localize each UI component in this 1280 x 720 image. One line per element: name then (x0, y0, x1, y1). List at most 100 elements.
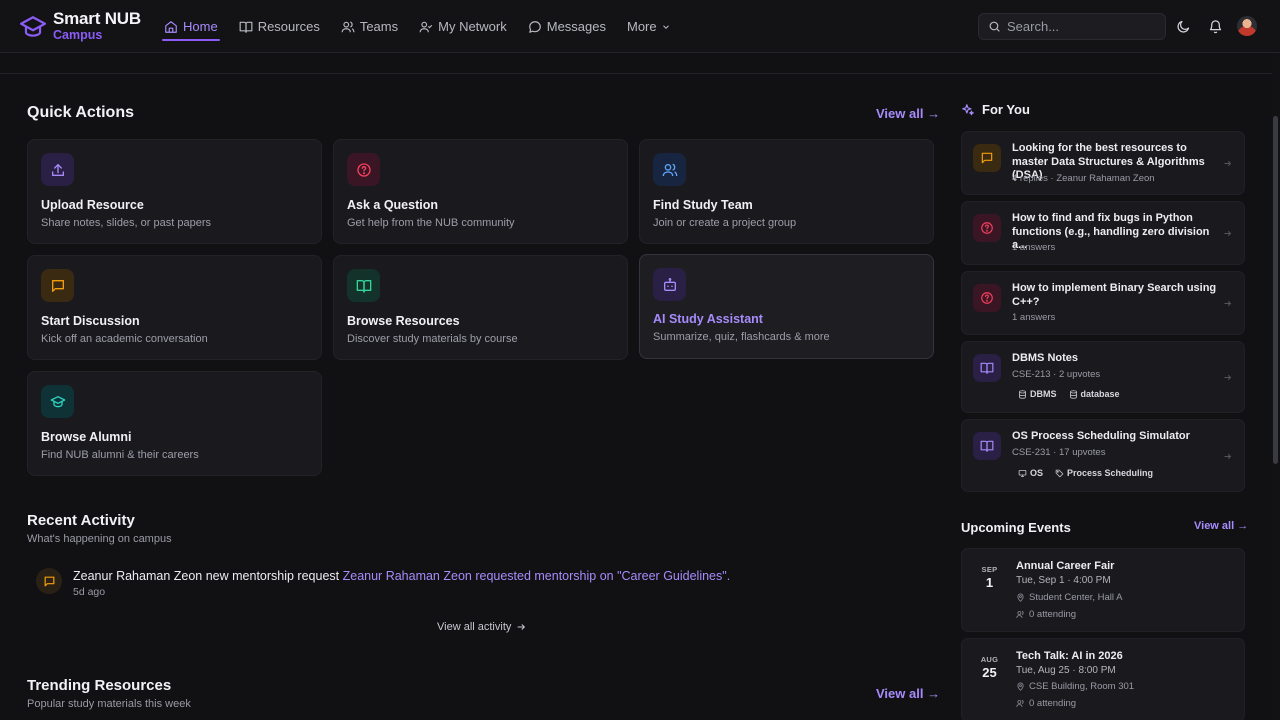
quick-action-find-study-team[interactable]: Find Study Team Join or create a project… (639, 139, 934, 244)
fy-meta: 1 answers (1012, 312, 1056, 323)
book-open-icon (239, 21, 253, 33)
map-pin-icon (1017, 682, 1024, 691)
search-box[interactable] (978, 13, 1166, 40)
page-scrollbar-thumb[interactable] (1273, 116, 1278, 464)
users-icon (662, 163, 677, 176)
qa-description: Kick off an academic conversation (41, 333, 208, 345)
quick-action-ai-study-assistant[interactable]: AI Study Assistant Summarize, quiz, flas… (639, 254, 934, 359)
main-nav: Home Resources Teams My Network Messages… (162, 0, 690, 53)
arrow-right-icon (1224, 300, 1232, 307)
nav-home[interactable]: Home (162, 0, 220, 53)
tag-list: OS Process Scheduling (1018, 468, 1165, 478)
map-pin-icon (1017, 593, 1024, 602)
nav-resources[interactable]: Resources (237, 0, 322, 53)
events-view-all-link[interactable]: View all → (1194, 520, 1248, 532)
chat-icon (44, 576, 54, 586)
quick-action-start-discussion[interactable]: Start Discussion Kick off an academic co… (27, 255, 322, 360)
book-open-icon (356, 279, 371, 293)
qa-icon-box (41, 153, 74, 186)
fy-icon-box (973, 214, 1001, 242)
qa-icon-box (41, 269, 74, 302)
arrow-right-icon (1224, 230, 1232, 237)
message-circle-icon (528, 20, 541, 33)
quick-actions-title: Quick Actions (27, 104, 134, 121)
arrow-right-icon (1224, 453, 1232, 460)
event-card[interactable]: AUG 25 Tech Talk: AI in 2026 Tue, Aug 25… (961, 638, 1245, 720)
nav-my-network-label: My Network (438, 19, 507, 34)
search-input[interactable] (1007, 19, 1157, 34)
for-you-item[interactable]: How to implement Binary Search using C++… (961, 271, 1245, 335)
quick-action-browse-alumni[interactable]: Browse Alumni Find NUB alumni & their ca… (27, 371, 322, 476)
qa-title: Ask a Question (347, 198, 438, 212)
event-location: Student Center, Hall A (1016, 592, 1122, 603)
event-day: 25 (982, 665, 997, 680)
fy-icon-box (973, 354, 1001, 382)
for-you-item[interactable]: OS Process Scheduling Simulator CSE-231 … (961, 419, 1245, 492)
tag[interactable]: OS (1018, 468, 1043, 478)
for-you-item[interactable]: DBMS Notes CSE-213 · 2 upvotes DBMS data… (961, 341, 1245, 413)
for-you-item[interactable]: How to find and fix bugs in Python funct… (961, 201, 1245, 265)
nav-messages[interactable]: Messages (526, 0, 608, 53)
nav-more-dropdown[interactable]: More (625, 0, 673, 53)
qa-icon-box (347, 153, 380, 186)
view-all-activity-link[interactable]: View all activity (437, 621, 526, 633)
qa-description: Summarize, quiz, flashcards & more (653, 331, 830, 343)
sparkles-icon (962, 103, 974, 115)
event-attending-label: 0 attending (1029, 698, 1077, 709)
nav-home-label: Home (183, 19, 218, 34)
graduation-cap-logo-icon (20, 16, 46, 37)
recent-activity-title: Recent Activity (27, 512, 135, 529)
tag[interactable]: database (1069, 389, 1120, 399)
nav-teams[interactable]: Teams (339, 0, 400, 53)
user-check-icon (419, 21, 433, 32)
search-icon (989, 21, 1000, 32)
users-icon (1016, 699, 1024, 707)
quick-action-upload-resource[interactable]: Upload Resource Share notes, slides, or … (27, 139, 322, 244)
user-avatar[interactable] (1237, 16, 1257, 36)
fy-title: DBMS Notes (1012, 352, 1079, 364)
quick-action-ask-question[interactable]: Ask a Question Get help from the NUB com… (333, 139, 628, 244)
tag[interactable]: Process Scheduling (1055, 468, 1153, 478)
trending-resources-subtitle: Popular study materials this week (27, 698, 191, 710)
home-icon (165, 20, 177, 33)
qa-title: Browse Alumni (41, 430, 132, 444)
upcoming-events-title: Upcoming Events (961, 520, 1071, 535)
activity-chat-icon-badge (36, 568, 62, 594)
arrow-right-icon (1224, 374, 1232, 381)
tag[interactable]: DBMS (1018, 389, 1057, 399)
bot-icon (663, 277, 676, 291)
question-icon (981, 292, 993, 304)
quick-action-browse-resources[interactable]: Browse Resources Discover study material… (333, 255, 628, 360)
for-you-header: For You (961, 102, 1030, 117)
database-icon (1069, 389, 1077, 399)
nav-my-network[interactable]: My Network (417, 0, 509, 53)
chat-icon (981, 152, 993, 164)
question-icon (356, 162, 371, 177)
event-card[interactable]: SEP 1 Annual Career Fair Tue, Sep 1 · 4:… (961, 548, 1245, 632)
fy-meta: 1 answers (1012, 242, 1056, 253)
book-open-icon (980, 440, 994, 452)
event-location-label: CSE Building, Room 301 (1029, 681, 1135, 692)
qa-description: Find NUB alumni & their careers (41, 449, 199, 461)
tag-list: DBMS database (1018, 389, 1132, 399)
activity-link[interactable]: Zeanur Rahaman Zeon requested mentorship… (343, 569, 731, 583)
divider (0, 73, 1280, 74)
view-all-activity-label: View all activity (437, 621, 512, 633)
upload-icon (51, 163, 64, 176)
event-attending-label: 0 attending (1029, 609, 1077, 620)
bell-icon[interactable] (1208, 19, 1223, 34)
qa-title: Start Discussion (41, 314, 140, 328)
activity-item: Zeanur Rahaman Zeon new mentorship reque… (73, 569, 730, 583)
trending-resources-title: Trending Resources (27, 677, 172, 694)
fy-title: How to implement Binary Search using C++… (1012, 282, 1217, 308)
activity-actor[interactable]: Zeanur Rahaman Zeon (73, 569, 202, 583)
trending-view-all-link[interactable]: View all → (876, 686, 940, 701)
event-title: Tech Talk: AI in 2026 (1016, 650, 1123, 662)
moon-icon[interactable] (1176, 19, 1191, 34)
quick-actions-view-all-link[interactable]: View all → (876, 106, 940, 121)
qa-icon-box (653, 268, 686, 301)
arrow-right-icon (518, 624, 526, 630)
brand[interactable]: Smart NUB Campus (20, 10, 141, 42)
for-you-item[interactable]: Looking for the best resources to master… (961, 131, 1245, 195)
qa-title: Upload Resource (41, 198, 144, 212)
